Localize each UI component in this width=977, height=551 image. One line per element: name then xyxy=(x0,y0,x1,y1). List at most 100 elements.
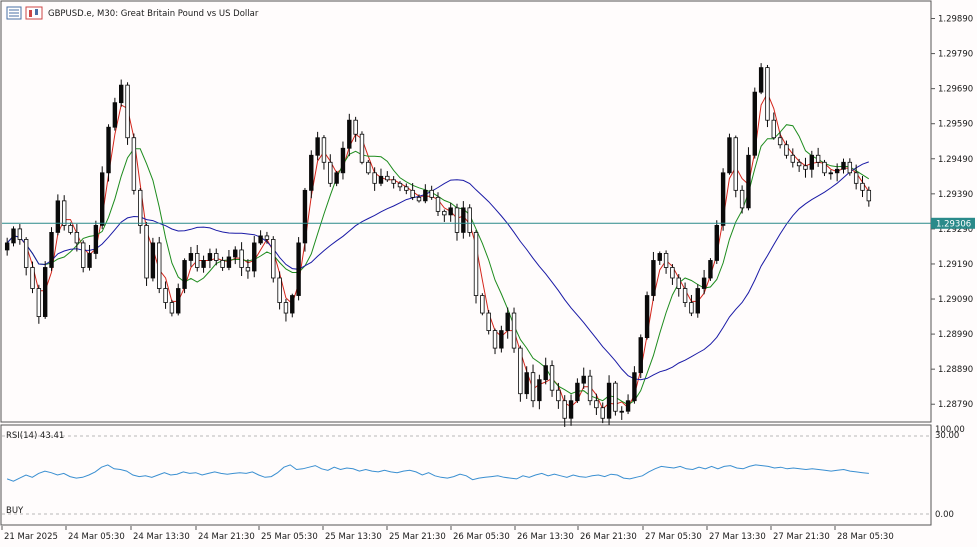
candle xyxy=(524,366,529,399)
candle xyxy=(537,374,542,410)
time-tick-label: 28 Mar 05:30 xyxy=(837,532,894,542)
candle xyxy=(290,293,295,318)
candle xyxy=(423,184,428,204)
candle xyxy=(226,249,232,271)
chart-menu-icon[interactable] xyxy=(6,6,22,20)
candle xyxy=(727,133,732,175)
candle xyxy=(638,334,643,379)
price-tick-label: 1.29890 xyxy=(938,15,973,25)
candle xyxy=(271,236,276,283)
candle xyxy=(87,244,92,271)
time-tick-label: 26 Mar 21:30 xyxy=(580,532,637,542)
chart-window[interactable]: GBPUSD.e, M30: Great Britain Pound vs US… xyxy=(0,0,977,547)
candle xyxy=(575,378,580,403)
time-tick-label: 24 Mar 13:30 xyxy=(133,532,190,542)
candle xyxy=(385,171,390,182)
time-tick-label: 24 Mar 21:30 xyxy=(198,532,255,542)
signal-label: BUY xyxy=(6,506,24,516)
candle xyxy=(841,158,846,174)
time-tick-label: 25 Mar 13:30 xyxy=(325,532,382,542)
price-tick-label: 1.29090 xyxy=(938,295,973,305)
candle xyxy=(613,381,618,416)
time-tick-label: 25 Mar 21:30 xyxy=(389,532,446,542)
chart-type-icon[interactable] xyxy=(25,6,43,20)
candle xyxy=(771,112,776,140)
candle xyxy=(220,256,225,271)
current-price-tag: 1.29306 xyxy=(931,217,975,229)
price-tick-label: 1.29190 xyxy=(938,260,973,270)
candle xyxy=(676,274,681,297)
candle xyxy=(663,250,669,274)
candle xyxy=(746,147,751,211)
candle xyxy=(530,364,536,408)
candle xyxy=(169,299,175,317)
rsi-level-label-30: 30.00 xyxy=(935,431,959,441)
candle xyxy=(581,367,586,389)
candle xyxy=(486,309,491,335)
candle xyxy=(632,366,637,404)
candle xyxy=(739,185,745,214)
candle xyxy=(359,131,365,165)
candle xyxy=(518,345,523,402)
candle xyxy=(499,325,504,353)
symbol-title: GBPUSD.e, M30: Great Britain Pound vs US… xyxy=(48,9,259,19)
candle xyxy=(752,87,757,159)
candle xyxy=(131,133,137,195)
rsi-line xyxy=(6,464,869,482)
candle xyxy=(682,282,688,308)
candle xyxy=(467,204,472,237)
price-tick-label: 1.29590 xyxy=(938,120,973,130)
candle xyxy=(100,166,105,230)
candle xyxy=(448,202,453,222)
candle xyxy=(315,131,320,161)
candle xyxy=(606,375,612,426)
candle xyxy=(651,251,656,301)
chart-canvas[interactable]: GBPUSD.e, M30: Great Britain Pound vs US… xyxy=(0,0,977,547)
moving-averages xyxy=(6,92,870,410)
candle xyxy=(822,159,827,177)
candle xyxy=(61,195,67,231)
candle xyxy=(239,242,244,277)
candle xyxy=(49,227,54,271)
time-tick-label: 27 Mar 05:30 xyxy=(645,532,702,542)
candle xyxy=(796,158,802,172)
candle xyxy=(144,221,149,286)
candle xyxy=(252,235,257,278)
price-tick-label: 1.28990 xyxy=(938,330,973,340)
indicator-panel-frame xyxy=(0,424,932,526)
candle xyxy=(157,236,162,294)
candle xyxy=(80,240,86,273)
candle xyxy=(106,124,111,182)
candle xyxy=(391,176,396,189)
candle xyxy=(207,248,213,269)
candle xyxy=(511,307,517,353)
candle xyxy=(4,237,10,256)
candle xyxy=(30,261,35,294)
candle xyxy=(765,64,770,128)
price-axis: 1.29890 1.29790 1.29690 1.29590 1.29490 1.293… xyxy=(931,15,973,410)
candle xyxy=(860,176,865,198)
candle xyxy=(340,141,346,180)
candle xyxy=(366,159,371,175)
candle xyxy=(195,244,200,272)
candle xyxy=(404,183,409,195)
candle xyxy=(11,226,16,247)
candle xyxy=(119,79,124,107)
candle xyxy=(543,357,548,385)
candle xyxy=(93,220,99,260)
candle xyxy=(302,187,308,252)
candle xyxy=(55,194,61,236)
candle xyxy=(321,135,327,170)
candle xyxy=(803,157,808,178)
candle xyxy=(454,203,460,241)
time-axis: 21 Mar 2025 24 Mar 05:30 24 Mar 13:30 24 Ma… xyxy=(1,526,894,542)
time-tick-label: 27 Mar 13:30 xyxy=(709,532,766,542)
candle xyxy=(125,82,130,145)
price-tick-label: 1.29790 xyxy=(938,50,973,60)
candle xyxy=(777,132,783,149)
rsi-title: RSI(14) 43.41 xyxy=(6,431,64,441)
price-tick-label: 1.28890 xyxy=(938,365,973,375)
candle xyxy=(233,246,238,265)
candle xyxy=(23,237,29,276)
time-tick-label: 27 Mar 21:30 xyxy=(773,532,830,542)
